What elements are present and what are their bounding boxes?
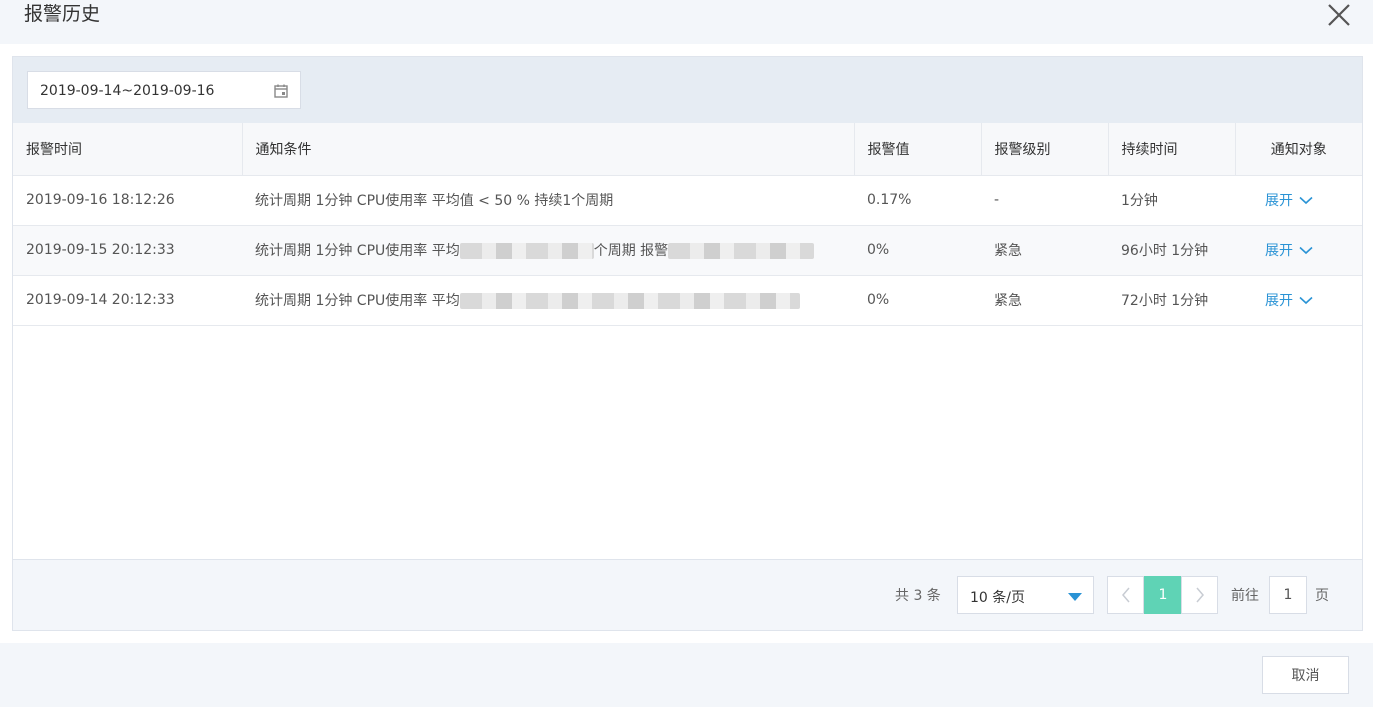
expand-button[interactable]: 展开 <box>1265 240 1313 260</box>
alarm-time: 2019-09-14 20:12:33 <box>13 275 242 326</box>
next-page-button[interactable] <box>1181 576 1218 614</box>
date-range-value: 2019-09-14~2019-09-16 <box>40 83 215 99</box>
chevron-left-icon <box>1121 587 1130 603</box>
expand-button[interactable]: 展开 <box>1265 190 1313 210</box>
chevron-right-icon <box>1195 587 1204 603</box>
filter-toolbar: 2019-09-14~2019-09-16 <box>13 57 1362 123</box>
goto-page-input[interactable]: 1 <box>1269 576 1307 614</box>
page-size-value: 10 条/页 <box>970 590 1025 606</box>
chevron-down-icon <box>1299 246 1313 254</box>
table-header-row: 报警时间 通知条件 报警值 报警级别 持续时间 通知对象 <box>13 123 1362 176</box>
column-header-duration: 持续时间 <box>1108 123 1236 176</box>
table-row: 2019-09-14 20:12:33 统计周期 1分钟 CPU使用率 平均 0… <box>13 275 1362 326</box>
column-header-level: 报警级别 <box>981 123 1109 176</box>
page-number-current[interactable]: 1 <box>1144 576 1182 614</box>
alarm-condition: 统计周期 1分钟 CPU使用率 平均 <box>242 275 854 326</box>
alarm-condition: 统计周期 1分钟 CPU使用率 平均值 < 50 % 持续1个周期 <box>242 175 854 226</box>
dialog-footer: 取消 <box>0 643 1373 707</box>
alarm-value: 0% <box>854 275 981 326</box>
expand-button[interactable]: 展开 <box>1265 290 1313 310</box>
date-range-picker[interactable]: 2019-09-14~2019-09-16 <box>27 71 301 109</box>
expand-label: 展开 <box>1265 193 1293 209</box>
prev-page-button[interactable] <box>1107 576 1144 614</box>
expand-label: 展开 <box>1265 293 1293 309</box>
redacted-blur <box>668 243 815 259</box>
table-row: 2019-09-16 18:12:26 统计周期 1分钟 CPU使用率 平均值 … <box>13 175 1362 226</box>
column-header-time: 报警时间 <box>13 123 243 176</box>
alarm-history-table: 报警时间 通知条件 报警值 报警级别 持续时间 通知对象 2019-09-16 … <box>13 123 1362 326</box>
alarm-level: 紧急 <box>981 225 1108 276</box>
chevron-down-icon <box>1299 196 1313 204</box>
total-count: 共 3 条 <box>895 588 941 604</box>
alarm-time: 2019-09-16 18:12:26 <box>13 175 242 226</box>
alarm-duration: 96小时 1分钟 <box>1108 225 1235 276</box>
dialog-header: 报警历史 <box>0 0 1373 44</box>
alarm-duration: 72小时 1分钟 <box>1108 275 1235 326</box>
alarm-duration: 1分钟 <box>1108 175 1235 226</box>
alarm-level: - <box>981 175 1108 226</box>
alarm-condition: 统计周期 1分钟 CPU使用率 平均 个周期 报警 <box>242 225 854 276</box>
column-header-value: 报警值 <box>854 123 982 176</box>
pagination-bar: 共 3 条 10 条/页 1 前往 1 页 <box>13 559 1362 630</box>
alarm-history-panel: 2019-09-14~2019-09-16 报警时间 通知条件 报警值 报警级别 <box>12 56 1363 631</box>
notify-target-cell: 展开 <box>1235 225 1362 276</box>
redacted-blur <box>459 293 800 309</box>
column-header-target: 通知对象 <box>1235 123 1362 176</box>
notify-target-cell: 展开 <box>1235 275 1362 326</box>
alarm-value: 0% <box>854 225 981 276</box>
alarm-level: 紧急 <box>981 275 1108 326</box>
chevron-down-icon <box>1299 296 1313 304</box>
table-row: 2019-09-15 20:12:33 统计周期 1分钟 CPU使用率 平均 个周… <box>13 225 1362 276</box>
goto-label: 前往 <box>1231 588 1259 604</box>
redacted-blur <box>459 243 594 259</box>
notify-target-cell: 展开 <box>1235 175 1362 226</box>
close-icon[interactable] <box>1326 2 1352 28</box>
alarm-time: 2019-09-15 20:12:33 <box>13 225 242 276</box>
cancel-button[interactable]: 取消 <box>1262 656 1349 694</box>
condition-text-start: 统计周期 1分钟 CPU使用率 平均 <box>255 293 460 309</box>
column-header-condition: 通知条件 <box>242 123 855 176</box>
alarm-value: 0.17% <box>854 175 981 226</box>
condition-text-mid: 个周期 报警 <box>593 243 669 259</box>
expand-label: 展开 <box>1265 243 1293 259</box>
calendar-icon <box>273 83 289 99</box>
dropdown-arrow-icon <box>1068 593 1082 601</box>
page-size-select[interactable]: 10 条/页 <box>957 576 1094 614</box>
dialog-title: 报警历史 <box>24 3 101 25</box>
page-unit-label: 页 <box>1315 588 1329 604</box>
condition-text-start: 统计周期 1分钟 CPU使用率 平均 <box>255 243 460 259</box>
